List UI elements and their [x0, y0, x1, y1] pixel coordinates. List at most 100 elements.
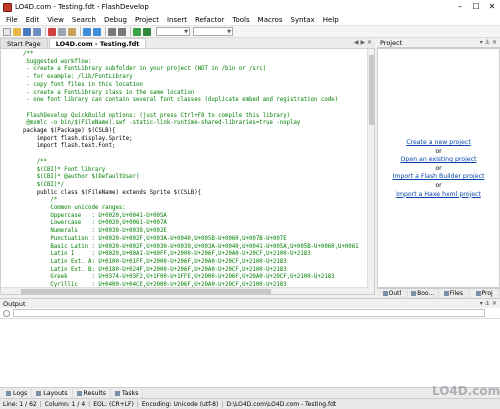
output-panel-header: Output ▾ ⚓ ✕ [0, 298, 500, 308]
code-line: import flash.text.Font; [23, 143, 116, 150]
menu-insert[interactable]: Insert [163, 14, 191, 26]
toolbar-separator [105, 27, 106, 36]
find-icon[interactable] [108, 27, 116, 36]
paste-icon[interactable] [68, 27, 76, 36]
tab-outline[interactable]: Outl [377, 289, 408, 298]
tab-project[interactable]: Proj [469, 289, 500, 298]
tab-layouts[interactable]: Layouts [32, 388, 73, 398]
import-flash-builder-link[interactable]: Import a Flash Builder project [378, 173, 499, 182]
tab-bookmarks[interactable]: Boo... [408, 289, 439, 298]
code-line: Punctuation : U+0020-U+002F,U+003A-U+004… [23, 235, 287, 242]
tab-label: Logs [13, 389, 28, 397]
watermark-logo: LO4D.com [432, 384, 500, 398]
files-icon [443, 291, 449, 296]
menu-syntax[interactable]: Syntax [287, 14, 319, 26]
open-project-link[interactable]: Open an existing project [378, 156, 499, 165]
toolbar-separator [80, 27, 81, 36]
code-line: - create a FontLibrary class in the same… [23, 89, 195, 96]
code-editor[interactable]: /** Suggested workflow: - create a FontL… [0, 48, 375, 295]
create-project-link[interactable]: Create a new project [378, 139, 499, 148]
menu-edit[interactable]: Edit [22, 14, 44, 26]
tab-scroll-arrows-icon[interactable]: ◀ ▶ ✕ [354, 38, 375, 48]
target-select[interactable]: ▼ [193, 27, 233, 36]
project-panel: Create a new project or Open an existing… [377, 48, 500, 288]
tab-tasks[interactable]: Tasks [111, 388, 144, 398]
toolbar-separator [130, 27, 131, 36]
tab-files[interactable]: Files [439, 289, 470, 298]
menu-project[interactable]: Project [131, 14, 163, 26]
toolbar-separator [45, 27, 46, 36]
code-line: /** [23, 51, 34, 57]
copy-icon[interactable] [58, 27, 66, 36]
status-eol: EOL: (CR+LF) [93, 400, 134, 408]
replace-icon[interactable] [118, 27, 126, 36]
window-title: LO4D.com - Testing.fdt - FlashDevelop [15, 3, 149, 11]
maximize-icon[interactable]: ☐ [468, 0, 484, 14]
line-gutter [1, 49, 21, 294]
status-line: Line: 1 / 62 [3, 400, 37, 408]
menu-debug[interactable]: Debug [100, 14, 131, 26]
code-line: /* [23, 197, 58, 204]
panel-pin-close-icon[interactable]: ▾ ⚓ ✕ [480, 39, 500, 46]
horizontal-scrollbar[interactable] [1, 287, 369, 294]
build-icon[interactable] [133, 27, 141, 36]
save-all-icon[interactable] [33, 27, 41, 36]
project-panel-header: Project ▾ ⚓ ✕ [377, 38, 500, 48]
layouts-icon [36, 390, 42, 396]
title-bar: LO4D.com - Testing.fdt - FlashDevelop – … [0, 0, 500, 14]
tab-label: Tasks [121, 389, 139, 397]
tab-label: Outl [388, 289, 402, 297]
menu-help[interactable]: Help [319, 14, 343, 26]
code-line: - copy font files in this location [23, 81, 143, 88]
clear-output-icon[interactable] [3, 309, 10, 317]
tab-start-page[interactable]: Start Page [0, 38, 48, 48]
results-icon [76, 390, 82, 396]
tab-label: Layouts [43, 389, 68, 397]
undo-icon[interactable] [83, 27, 91, 36]
output-filter-input[interactable] [13, 309, 485, 317]
code-line: /** [23, 158, 47, 165]
chevron-down-icon: ▼ [184, 28, 188, 35]
close-icon[interactable]: ✕ [484, 0, 500, 14]
open-folder-icon[interactable] [13, 27, 21, 36]
tab-logs[interactable]: Logs [2, 388, 33, 398]
project-icon [475, 291, 481, 296]
new-file-icon[interactable] [3, 27, 11, 36]
save-icon[interactable] [23, 27, 31, 36]
scrollbar-thumb[interactable] [21, 289, 271, 294]
menu-file[interactable]: File [2, 14, 22, 26]
or-label: or [435, 164, 442, 172]
tab-label: Results [83, 389, 106, 397]
code-line: public class $(FileName) extends Sprite … [23, 189, 202, 196]
menu-search[interactable]: Search [68, 14, 100, 26]
cut-icon[interactable] [48, 27, 56, 36]
outline-icon [382, 291, 388, 296]
menu-macros[interactable]: Macros [254, 14, 287, 26]
menu-bar: File Edit View Search Debug Project Inse… [0, 14, 500, 26]
code-line: Lowercase : U+0020,U+0061-U+007A [23, 220, 167, 227]
code-text[interactable]: /** Suggested workflow: - create a FontL… [23, 51, 359, 290]
run-icon[interactable] [143, 27, 151, 36]
menu-tools[interactable]: Tools [228, 14, 253, 26]
config-select[interactable]: ▼ [156, 27, 190, 36]
tab-testing-fdt[interactable]: LO4D.com - Testing.fdt [48, 38, 147, 48]
minimize-icon[interactable]: – [452, 0, 468, 14]
tab-results[interactable]: Results [73, 388, 111, 398]
redo-icon[interactable] [93, 27, 101, 36]
code-line: FlashDevelop QuickBuild options: (just p… [23, 112, 291, 119]
output-area[interactable] [0, 319, 500, 387]
panel-pin-close-icon[interactable]: ▾ ⚓ ✕ [480, 300, 500, 307]
or-label: or [435, 147, 442, 155]
chevron-down-icon: ▼ [227, 28, 231, 35]
bottom-panel-tabs: Logs Layouts Results Tasks [0, 387, 500, 398]
code-line: $(CBI)*/ [23, 181, 65, 188]
vertical-scrollbar[interactable] [367, 49, 374, 294]
scrollbar-thumb[interactable] [369, 55, 374, 125]
menu-view[interactable]: View [43, 14, 68, 26]
import-haxe-link[interactable]: Import a Haxe hxml project [378, 191, 499, 200]
menu-refactor[interactable]: Refactor [191, 14, 228, 26]
document-tabs: Start Page LO4D.com - Testing.fdt ◀ ▶ ✕ [0, 38, 375, 48]
status-encoding: Encoding: Unicode (utf-8) [141, 400, 219, 408]
code-line: $(CBI)* @author $(DefaultUser) [23, 174, 140, 181]
